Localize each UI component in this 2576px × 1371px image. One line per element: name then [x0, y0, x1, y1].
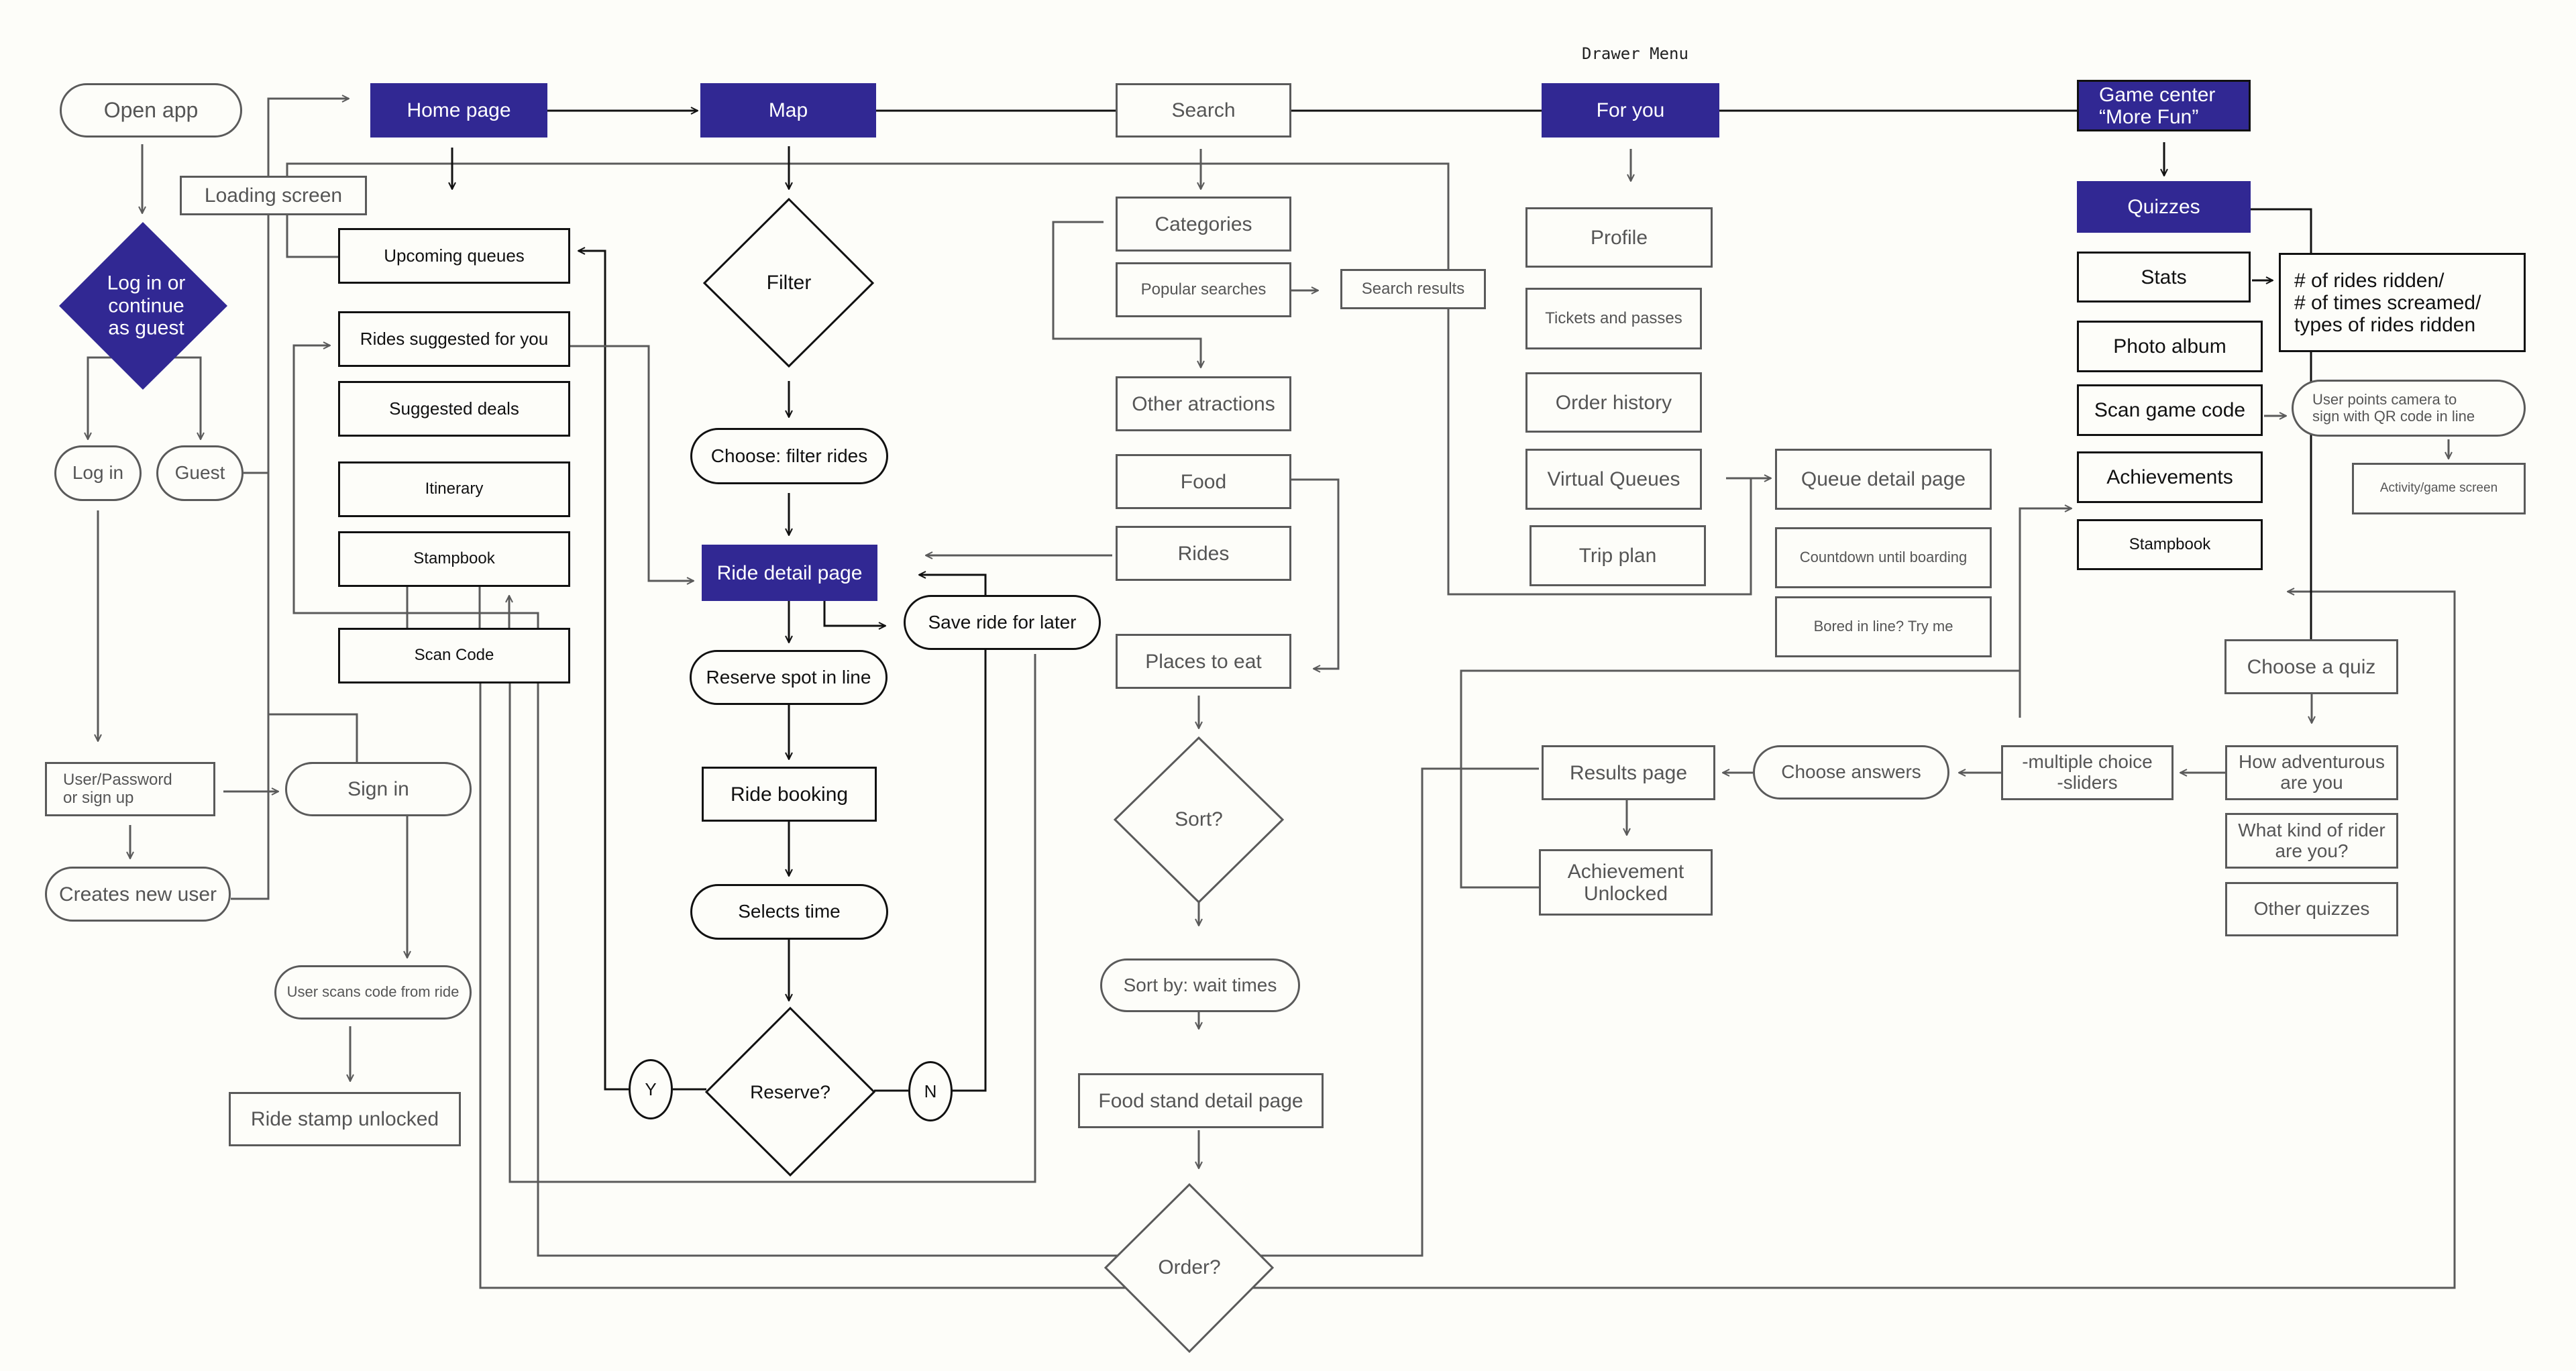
sort-decision-label[interactable]: Sort? [1175, 808, 1223, 831]
reserve-decision-label[interactable]: Reserve? [750, 1081, 830, 1102]
food-stand-detail-node[interactable]: Food stand detail page [1078, 1073, 1324, 1128]
search-node[interactable]: Search [1116, 83, 1291, 138]
log-in-node[interactable]: Log in [54, 445, 142, 501]
drawer-menu-annotation: Drawer Menu [1582, 44, 1688, 63]
choose-filter-rides-node[interactable]: Choose: filter rides [690, 428, 888, 484]
upcoming-queues-node[interactable]: Upcoming queues [338, 228, 570, 284]
search-results-node[interactable]: Search results [1340, 269, 1486, 309]
stats-detail-node[interactable]: # of rides ridden/ # of times screamed/ … [2279, 253, 2526, 352]
no-branch-node[interactable]: N [908, 1061, 953, 1121]
creates-new-user-node[interactable]: Creates new user [45, 867, 231, 922]
yes-branch-node[interactable]: Y [629, 1059, 673, 1119]
achievements-node[interactable]: Achievements [2077, 451, 2263, 503]
other-attractions-node[interactable]: Other atractions [1116, 376, 1291, 431]
photo-album-node[interactable]: Photo album [2077, 321, 2263, 372]
quiz-option-other[interactable]: Other quizzes [2225, 882, 2398, 936]
tickets-and-passes-node[interactable]: Tickets and passes [1525, 288, 1702, 349]
choose-a-quiz-node[interactable]: Choose a quiz [2224, 639, 2398, 694]
popular-searches-node[interactable]: Popular searches [1116, 262, 1291, 317]
selects-time-node[interactable]: Selects time [690, 884, 888, 940]
suggested-deals-node[interactable]: Suggested deals [338, 381, 570, 437]
ride-stamp-unlocked-node[interactable]: Ride stamp unlocked [229, 1092, 461, 1146]
virtual-queues-node[interactable]: Virtual Queues [1525, 449, 1702, 510]
bored-in-line-node[interactable]: Bored in line? Try me [1775, 596, 1992, 657]
user-scans-code-node[interactable]: User scans code from ride [274, 965, 472, 1020]
reserve-spot-node[interactable]: Reserve spot in line [690, 650, 888, 705]
filter-decision-label[interactable]: Filter [767, 272, 812, 294]
guest-node[interactable]: Guest [156, 445, 244, 501]
order-decision-label[interactable]: Order? [1158, 1256, 1220, 1279]
quiz-option-adventurous[interactable]: How adventurous are you [2225, 745, 2398, 800]
queue-detail-page-node[interactable]: Queue detail page [1775, 449, 1992, 510]
home-stampbook-node[interactable]: Stampbook [338, 531, 570, 587]
loading-screen-node[interactable]: Loading screen [180, 176, 367, 215]
rides-suggested-node[interactable]: Rides suggested for you [338, 311, 570, 367]
rides-node[interactable]: Rides [1116, 526, 1291, 581]
game-center-node[interactable]: Game center “More Fun” [2077, 80, 2251, 131]
game-stampbook-node[interactable]: Stampbook [2077, 519, 2263, 570]
home-connectors [292, 148, 2456, 1289]
quizzes-node[interactable]: Quizzes [2077, 181, 2251, 233]
for-you-node[interactable]: For you [1542, 83, 1719, 138]
trip-plan-node[interactable]: Trip plan [1529, 525, 1706, 586]
scan-code-node[interactable]: Scan Code [338, 628, 570, 683]
home-page-node[interactable]: Home page [370, 83, 547, 138]
sort-by-wait-times-node[interactable]: Sort by: wait times [1100, 958, 1300, 1012]
profile-node[interactable]: Profile [1525, 207, 1713, 268]
quiz-option-rider-type[interactable]: What kind of rider are you? [2225, 813, 2398, 869]
map-node[interactable]: Map [700, 83, 876, 138]
activity-game-screen-node[interactable]: Activity/game screen [2352, 463, 2526, 514]
achievement-unlocked-node[interactable]: Achievement Unlocked [1539, 849, 1713, 916]
user-password-node[interactable]: User/Password or sign up [45, 762, 215, 816]
camera-qr-node[interactable]: User points camera to sign with QR code … [2292, 380, 2526, 437]
order-history-node[interactable]: Order history [1525, 372, 1702, 433]
categories-node[interactable]: Categories [1116, 197, 1291, 252]
stats-node[interactable]: Stats [2077, 252, 2251, 303]
countdown-node[interactable]: Countdown until boarding [1775, 527, 1992, 588]
ride-booking-node[interactable]: Ride booking [702, 767, 877, 822]
scan-game-code-node[interactable]: Scan game code [2077, 384, 2263, 436]
sign-in-node[interactable]: Sign in [285, 762, 472, 816]
places-to-eat-node[interactable]: Places to eat [1116, 634, 1291, 689]
ride-detail-page-node[interactable]: Ride detail page [702, 545, 877, 601]
save-ride-for-later-node[interactable]: Save ride for later [904, 595, 1101, 650]
choose-answers-node[interactable]: Choose answers [1753, 745, 1949, 800]
itinerary-node[interactable]: Itinerary [338, 461, 570, 517]
open-app-node[interactable]: Open app [60, 83, 242, 138]
food-node[interactable]: Food [1116, 454, 1291, 509]
flowchart-canvas: Drawer Menu Open app Log in or continue … [0, 0, 2576, 1371]
results-page-node[interactable]: Results page [1542, 745, 1715, 800]
question-types-node[interactable]: -multiple choice -sliders [2001, 745, 2174, 800]
login-decision-label[interactable]: Log in or continue as guest [107, 272, 186, 340]
